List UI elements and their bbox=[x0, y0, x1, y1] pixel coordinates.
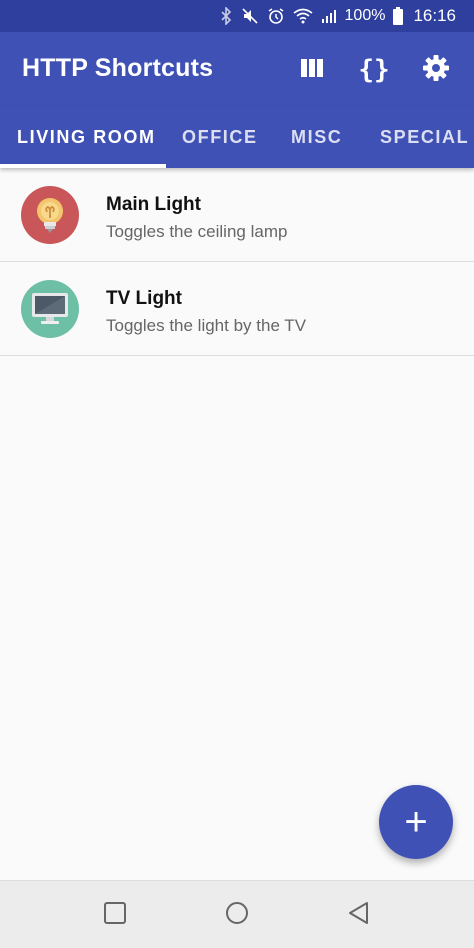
lightbulb-icon bbox=[21, 186, 79, 244]
signal-icon bbox=[321, 8, 339, 24]
shortcut-list: Main Light Toggles the ceiling lamp TV L… bbox=[0, 168, 474, 356]
app-bar: HTTP Shortcuts {} bbox=[0, 32, 474, 106]
settings-icon bbox=[422, 54, 450, 87]
list-item[interactable]: Main Light Toggles the ceiling lamp bbox=[0, 168, 474, 262]
columns-button[interactable] bbox=[290, 52, 334, 88]
tab-special[interactable]: SPECIAL S bbox=[380, 106, 474, 168]
circle-icon bbox=[225, 901, 249, 930]
bluetooth-icon bbox=[219, 7, 233, 25]
mute-icon bbox=[241, 7, 259, 25]
home-button[interactable] bbox=[225, 901, 249, 930]
columns-icon bbox=[301, 58, 323, 82]
app-title: HTTP Shortcuts bbox=[22, 54, 214, 82]
tab-living-room[interactable]: LIVING ROOM bbox=[17, 106, 156, 168]
alarm-icon bbox=[267, 7, 285, 25]
shortcut-description: Toggles the ceiling lamp bbox=[106, 222, 288, 241]
recents-button[interactable] bbox=[103, 901, 127, 930]
settings-button[interactable] bbox=[414, 52, 458, 88]
braces-icon: {} bbox=[358, 55, 390, 85]
plus-icon: + bbox=[404, 799, 428, 844]
triangle-back-icon bbox=[347, 901, 371, 930]
back-button[interactable] bbox=[347, 901, 371, 930]
variables-button[interactable]: {} bbox=[352, 52, 396, 88]
battery-percent: 100% bbox=[344, 7, 386, 24]
monitor-icon bbox=[21, 280, 79, 338]
toolbar-actions: {} bbox=[272, 52, 458, 88]
add-shortcut-button[interactable]: + bbox=[379, 785, 453, 859]
clock: 16:16 bbox=[413, 6, 456, 25]
tab-misc[interactable]: MISC bbox=[291, 106, 342, 168]
tab-bar: LIVING ROOM OFFICE MISC SPECIAL S bbox=[0, 106, 474, 168]
status-bar: 100% 16:16 bbox=[0, 0, 474, 32]
shortcut-title: Main Light bbox=[106, 194, 201, 215]
navigation-bar bbox=[0, 880, 474, 948]
shortcut-description: Toggles the light by the TV bbox=[106, 316, 307, 335]
wifi-icon bbox=[293, 8, 313, 24]
tab-office[interactable]: OFFICE bbox=[182, 106, 258, 168]
list-item[interactable]: TV Light Toggles the light by the TV bbox=[0, 262, 474, 356]
square-icon bbox=[103, 901, 127, 930]
shortcut-title: TV Light bbox=[106, 288, 182, 309]
battery-icon bbox=[393, 7, 404, 25]
